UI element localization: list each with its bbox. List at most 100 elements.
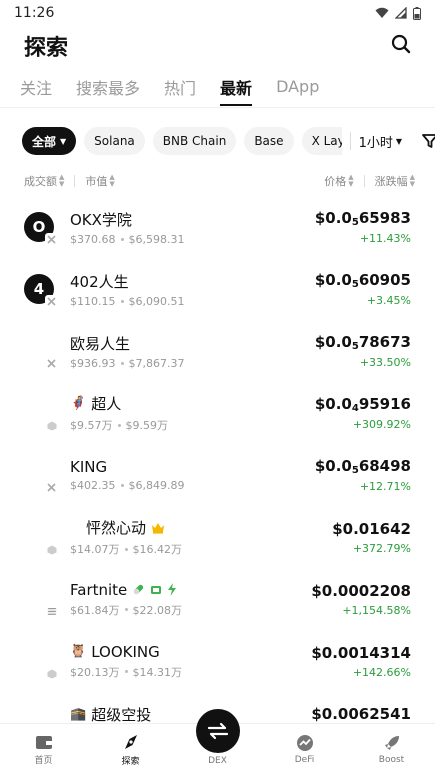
price-digits: 68498 bbox=[358, 457, 411, 475]
header: 探索 bbox=[0, 26, 435, 66]
column-group-left: 成交额 ▲ ▼ 市值 ▲ ▼ bbox=[24, 173, 115, 189]
token-row[interactable]: KING $402.35 $6,849.89 $0.0568498 +12.71% bbox=[0, 444, 435, 506]
nav-boost-label: Boost bbox=[378, 755, 405, 765]
token-avatar bbox=[24, 522, 58, 556]
price-digits: 78673 bbox=[358, 333, 411, 351]
token-volume: $20.13万 bbox=[70, 665, 120, 679]
nav-dex-label: DEX bbox=[208, 755, 227, 766]
price-prefix: $0.0002208 bbox=[311, 581, 411, 600]
chip-solana[interactable]: Solana bbox=[84, 127, 145, 155]
token-volume: $110.15 bbox=[70, 294, 116, 308]
dex-swap-button[interactable] bbox=[196, 709, 240, 753]
wallet-icon bbox=[35, 735, 52, 749]
token-price-col: $0.0495916 +309.92% bbox=[315, 395, 411, 431]
token-avatar bbox=[24, 584, 58, 618]
nav-defi[interactable]: DeFi bbox=[275, 734, 335, 765]
column-price-label: 价格 bbox=[324, 175, 347, 188]
separator-dot bbox=[120, 361, 124, 365]
filter-bar: 全部▼ Solana BNB Chain Base X Layer 1小时▼ bbox=[0, 116, 435, 166]
tab-dapp[interactable]: DApp bbox=[276, 66, 319, 108]
defi-icon bbox=[296, 735, 313, 751]
separator-dot bbox=[120, 484, 124, 487]
column-mcap-label: 市值 bbox=[85, 175, 108, 188]
xlayer-chain-icon bbox=[45, 233, 58, 246]
sort-mcap[interactable]: 市值 ▲ ▼ bbox=[85, 173, 114, 189]
crown-icon bbox=[152, 522, 165, 534]
nav-explore[interactable]: 探索 bbox=[101, 733, 161, 767]
token-change: +3.45% bbox=[366, 294, 411, 307]
token-name: KING bbox=[70, 458, 108, 476]
token-mcap: $22.08万 bbox=[132, 603, 183, 617]
chip-bnb-chain[interactable]: BNB Chain bbox=[152, 127, 237, 155]
page-title: 探索 bbox=[24, 36, 69, 61]
token-price-col: $0.0565983 +11.43% bbox=[315, 209, 411, 245]
token-volume: $402.35 bbox=[70, 479, 116, 492]
kaaba-emoji-icon: 🕋 bbox=[70, 706, 87, 722]
time-select[interactable]: 1小时 ▼ bbox=[359, 132, 402, 151]
token-name: 402人生 bbox=[70, 272, 129, 291]
token-volume: $61.84万 bbox=[70, 603, 120, 617]
nav-boost[interactable]: Boost bbox=[362, 734, 422, 765]
rocket-icon bbox=[384, 736, 399, 750]
separator-dot bbox=[124, 670, 128, 673]
token-row[interactable]: O OKX学院 $370.68 $6,598.31 $0.0565983 +11.… bbox=[0, 196, 435, 258]
token-name: 超人 bbox=[91, 395, 122, 413]
token-name: 超级空投 bbox=[91, 705, 152, 724]
price-prefix: $0.01642 bbox=[332, 519, 411, 538]
token-row[interactable]: 怦然心动 $14.07万 $16.42万 $0.01642 +372.79% bbox=[0, 506, 435, 568]
tab-follow[interactable]: 关注 bbox=[20, 66, 52, 108]
token-price: $0.0002208 bbox=[311, 582, 411, 600]
price-prefix: $0.0 bbox=[314, 209, 352, 227]
token-row[interactable]: 🦉 LOOKING $20.13万 $14.31万 $0.0014314 +142.… bbox=[0, 630, 435, 692]
time-select-label: 1小时 bbox=[358, 135, 393, 151]
caret-down-icon: ▼ bbox=[395, 136, 402, 146]
token-name: 欧易人生 bbox=[70, 334, 131, 353]
token-avatar bbox=[24, 336, 58, 370]
token-volume: $14.07万 bbox=[70, 543, 120, 556]
nav-home[interactable]: 首页 bbox=[14, 734, 74, 766]
solana-chain-icon bbox=[45, 605, 58, 618]
cube-chain-icon bbox=[45, 543, 58, 556]
token-mcap: $16.42万 bbox=[132, 543, 183, 556]
token-avatar bbox=[24, 646, 58, 680]
token-change: +372.79% bbox=[352, 541, 411, 555]
token-mcap: $6,598.31 bbox=[128, 232, 185, 246]
token-price: $0.0565983 bbox=[315, 209, 411, 228]
search-icon[interactable] bbox=[391, 34, 411, 58]
tab-trending[interactable]: 热门 bbox=[164, 66, 196, 108]
filter-icon[interactable] bbox=[422, 133, 435, 149]
token-row[interactable]: Fartnite $61.84万 $22.08万 $0.0002208 +1,15… bbox=[0, 568, 435, 630]
sort-icon: ▲ ▼ bbox=[348, 173, 354, 188]
token-change: +1,154.58% bbox=[342, 603, 411, 617]
token-row[interactable]: 欧易人生 $936.93 $7,867.37 $0.0578673 +33.50% bbox=[0, 320, 435, 382]
token-info: KING $402.35 $6,849.89 bbox=[70, 458, 315, 492]
tab-newest[interactable]: 最新 bbox=[220, 66, 253, 108]
sort-icon: ▲ ▼ bbox=[59, 173, 65, 188]
token-mcap: $14.31万 bbox=[132, 665, 183, 679]
price-zero-count: 5 bbox=[351, 341, 359, 352]
nav-defi-label: DeFi bbox=[294, 755, 315, 765]
filter-divider bbox=[349, 132, 351, 150]
token-price: $0.0062541 bbox=[311, 705, 411, 723]
sort-change[interactable]: 涨跌幅 ▲ ▼ bbox=[375, 173, 415, 189]
chip-all[interactable]: 全部 ▼ bbox=[22, 127, 77, 155]
token-avatar: 4 bbox=[24, 274, 58, 308]
chip-x-layer[interactable]: X Layer bbox=[301, 127, 342, 155]
price-prefix: $0.0 bbox=[314, 271, 352, 289]
owl-emoji-icon: 🦉 bbox=[70, 644, 87, 659]
tab-most-searched[interactable]: 搜索最多 bbox=[76, 66, 140, 108]
chip-base[interactable]: Base bbox=[244, 127, 294, 155]
battery-icon bbox=[413, 6, 421, 20]
token-volume: $370.68 bbox=[70, 232, 116, 246]
token-row[interactable]: 🦸 超人 $9.57万 $9.59万 $0.0495916 +309.92% bbox=[0, 382, 435, 444]
sort-price[interactable]: 价格 ▲ ▼ bbox=[324, 173, 353, 189]
token-volume: $9.57万 bbox=[70, 419, 113, 432]
status-icons bbox=[375, 6, 421, 20]
token-price-col: $0.01642 +372.79% bbox=[332, 520, 411, 555]
separator-dot bbox=[124, 547, 128, 551]
sort-volume[interactable]: 成交额 ▲ ▼ bbox=[24, 173, 64, 189]
price-prefix: $0.0 bbox=[314, 333, 352, 351]
token-row[interactable]: 4 402人生 $110.15 $6,090.51 $0.0560905 +3.4… bbox=[0, 258, 435, 320]
chip-all-label: 全部 bbox=[32, 134, 57, 149]
price-zero-count: 5 bbox=[351, 217, 359, 228]
